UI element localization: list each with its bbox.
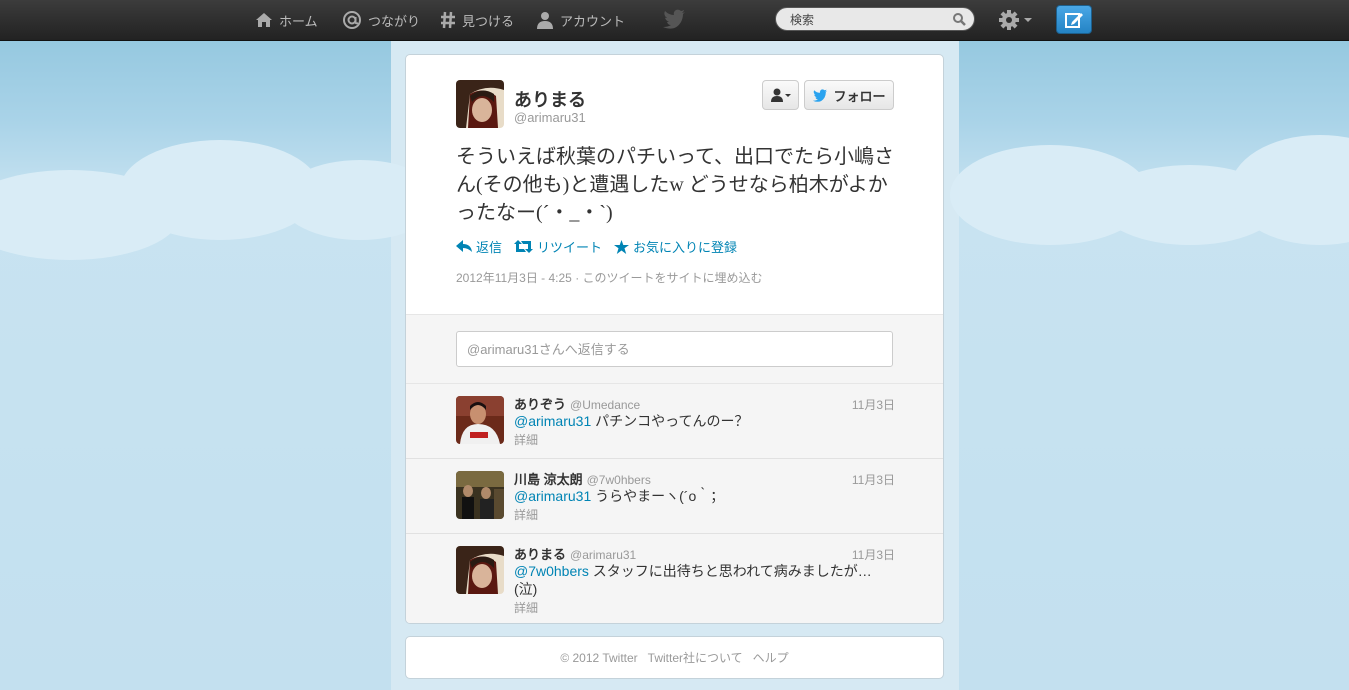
- reply-action[interactable]: 返信: [456, 237, 502, 256]
- settings-menu[interactable]: [998, 9, 1033, 31]
- nav-account[interactable]: アカウント: [536, 0, 625, 40]
- follow-label: フォロー: [833, 88, 886, 104]
- compose-icon: [1065, 12, 1083, 28]
- reply-label: 返信: [476, 240, 503, 255]
- reply-author-name[interactable]: 川島 涼太朗: [514, 472, 583, 487]
- chevron-down-icon: [1024, 18, 1032, 22]
- home-icon: [256, 13, 272, 27]
- reply-body: うらやまーヽ(´o｀；: [591, 488, 725, 504]
- twitter-bird-icon: [813, 88, 828, 102]
- reply-author[interactable]: 川島 涼太朗 @7w0hbers: [514, 469, 651, 488]
- footer: © 2012 Twitter Twitter社について ヘルプ: [405, 636, 944, 679]
- avatar[interactable]: [456, 80, 504, 128]
- mention-link[interactable]: @arimaru31: [514, 488, 591, 504]
- reply-tweet[interactable]: ありぞう @Umedance 11月3日 @arimaru31 パチンコやってんの…: [406, 384, 943, 459]
- reply-detail-link[interactable]: 詳細: [514, 599, 538, 616]
- search-input[interactable]: [788, 12, 952, 28]
- avatar[interactable]: [456, 471, 504, 519]
- embed-tweet-link[interactable]: このツイートをサイトに埋め込む: [583, 271, 763, 285]
- tweet-text: そういえば秋葉のパチいって、出口でたら小嶋さん(その他も)と遭遇したw どうせな…: [456, 146, 894, 224]
- nav-discover-label: 見つける: [462, 13, 515, 29]
- footer-about-link[interactable]: Twitter社について: [648, 649, 743, 666]
- reply-author[interactable]: ありぞう @Umedance: [514, 394, 640, 413]
- search-icon[interactable]: [953, 13, 966, 26]
- mention-link[interactable]: @7w0hbers: [514, 563, 589, 579]
- tweet-card: ありまる @arimaru31 フォロー そういえば秋葉のパチいって、出口でたら…: [405, 54, 944, 624]
- reply-author[interactable]: ありまる @arimaru31: [514, 544, 636, 563]
- retweet-label: リツイート: [537, 240, 603, 255]
- reply-body: パチンコやってんのー？: [591, 413, 749, 429]
- reply-text: @7w0hbers スタッフに出待ちと思われて病みましたが…(泣): [514, 562, 884, 598]
- reply-author-name[interactable]: ありまる: [514, 547, 566, 562]
- reply-date[interactable]: 11月3日: [852, 396, 895, 413]
- avatar[interactable]: [456, 546, 504, 594]
- nav-discover[interactable]: 見つける: [440, 0, 514, 40]
- tweet-meta: 2012年11月3日 - 4:25 · このツイートをサイトに埋め込む: [456, 271, 763, 285]
- reply-date[interactable]: 11月3日: [852, 471, 895, 488]
- hash-icon: [441, 11, 455, 29]
- top-navigation-bar: ホーム つながり 見つける アカウント: [0, 0, 1349, 41]
- retweet-action[interactable]: リツイート: [514, 237, 602, 256]
- nav-connect-label: つながり: [368, 13, 421, 29]
- search-box[interactable]: [775, 7, 975, 31]
- follow-button[interactable]: フォロー: [804, 80, 894, 110]
- reply-author-name[interactable]: ありぞう: [514, 397, 566, 412]
- user-dropdown-icon: [770, 88, 791, 102]
- nav-home[interactable]: ホーム: [255, 0, 318, 40]
- reply-detail-link[interactable]: 詳細: [514, 506, 538, 523]
- reply-tweet[interactable]: 川島 涼太朗 @7w0hbers 11月3日 @arimaru31 うらやまーヽ(…: [406, 459, 943, 534]
- tweet-actions: 返信 リツイート お気に入りに登録: [456, 237, 749, 256]
- reply-input[interactable]: [456, 331, 893, 367]
- footer-copyright: © 2012 Twitter: [560, 650, 638, 665]
- reply-author-handle[interactable]: @7w0hbers: [587, 473, 651, 487]
- reply-box-section: [406, 314, 943, 384]
- compose-tweet-button[interactable]: [1056, 5, 1092, 34]
- author-handle[interactable]: @arimaru31: [514, 110, 586, 125]
- reply-tweet[interactable]: ありまる @arimaru31 11月3日 @7w0hbers スタッフに出待ちと…: [406, 534, 943, 623]
- reply-icon: [456, 240, 472, 252]
- footer-help-link[interactable]: ヘルプ: [753, 649, 789, 666]
- star-icon: [614, 239, 630, 254]
- tweet-timestamp[interactable]: 2012年11月3日 - 4:25: [456, 271, 572, 285]
- gear-icon: [999, 10, 1019, 30]
- mention-link[interactable]: @arimaru31: [514, 413, 591, 429]
- nav-home-label: ホーム: [279, 13, 318, 29]
- reply-author-handle[interactable]: @arimaru31: [570, 548, 636, 562]
- retweet-icon: [514, 240, 534, 253]
- nav-account-label: アカウント: [560, 13, 626, 29]
- reply-text: @arimaru31 うらやまーヽ(´o｀；: [514, 487, 894, 505]
- twitter-bird-icon: [663, 9, 685, 29]
- person-icon: [537, 12, 553, 29]
- at-icon: [343, 11, 361, 29]
- reply-date[interactable]: 11月3日: [852, 546, 895, 563]
- reply-text: @arimaru31 パチンコやってんのー？: [514, 412, 894, 430]
- reply-author-handle[interactable]: @Umedance: [570, 398, 640, 412]
- favorite-action[interactable]: お気に入りに登録: [614, 237, 737, 256]
- nav-connect[interactable]: つながり: [342, 0, 420, 40]
- user-actions-button[interactable]: [762, 80, 799, 110]
- reply-detail-link[interactable]: 詳細: [514, 431, 538, 448]
- author-name[interactable]: ありまる: [514, 86, 586, 112]
- avatar[interactable]: [456, 396, 504, 444]
- favorite-label: お気に入りに登録: [633, 240, 738, 255]
